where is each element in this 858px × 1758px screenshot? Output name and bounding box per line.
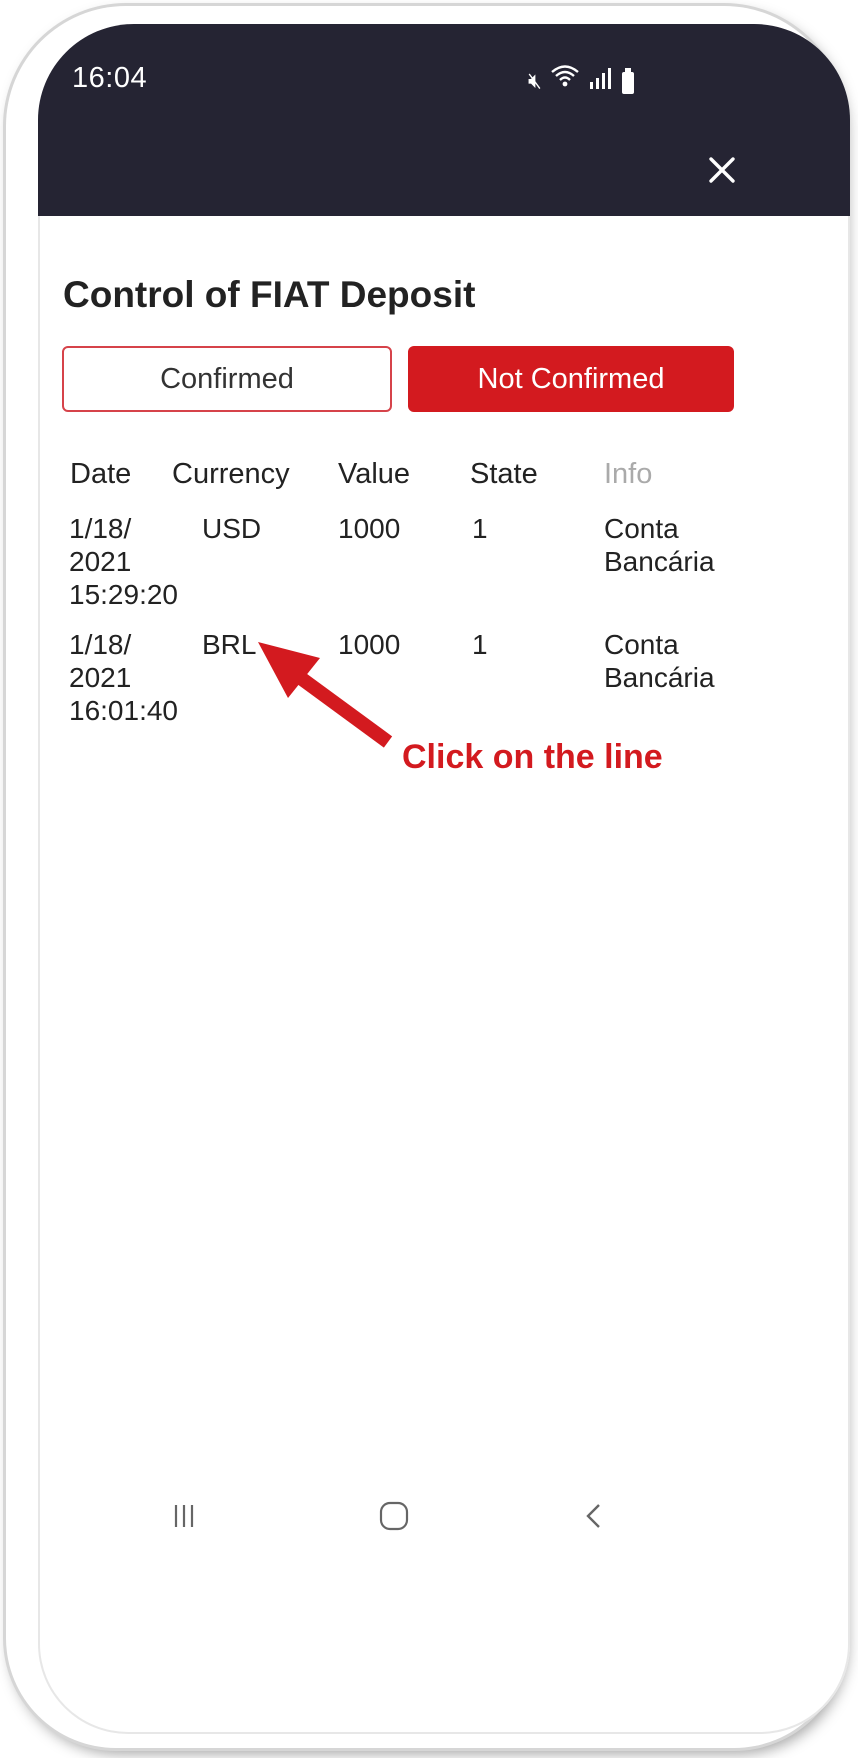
cell-info: Conta Bancária: [604, 629, 715, 693]
column-header-date: Date: [70, 458, 132, 490]
page-title: Control of FIAT Deposit: [63, 274, 476, 315]
cell-state: 1: [472, 513, 488, 544]
cell-value: 1000: [338, 513, 401, 544]
close-icon: [709, 157, 735, 183]
column-header-info: Info: [604, 458, 653, 490]
mute-icon: 🔇︎: [528, 68, 542, 93]
column-header-currency: Currency: [172, 458, 290, 490]
cell-currency: USD: [202, 513, 262, 544]
column-header-state: State: [470, 458, 538, 490]
table-row[interactable]: 1/18/ 2021 15:29:20 USD 1000 1 Conta Ban…: [38, 512, 850, 632]
annotation-arrow-icon: [258, 642, 393, 748]
status-time: 16:04: [72, 62, 148, 94]
app-header: 16:04 🔇︎: [38, 24, 850, 216]
status-icons: 🔇︎: [528, 64, 634, 94]
recent-apps-button[interactable]: [154, 1486, 214, 1546]
cell-state: 1: [472, 629, 488, 660]
home-button[interactable]: [364, 1486, 424, 1546]
home-icon: [379, 1501, 409, 1531]
recent-apps-icon: [174, 1505, 194, 1527]
back-icon: [586, 1504, 600, 1528]
wifi-icon: [550, 63, 580, 94]
cell-info: Conta Bancária: [604, 513, 715, 577]
phone-screen: 16:04 🔇︎ Control of FIAT Deposit Confirm…: [38, 24, 850, 1734]
back-button[interactable]: [564, 1486, 624, 1546]
battery-icon: [621, 68, 634, 94]
tab-not-confirmed[interactable]: Not Confirmed: [408, 346, 734, 412]
annotation-label: Click on the line: [402, 738, 663, 776]
column-header-value: Value: [338, 458, 411, 490]
close-button[interactable]: [700, 148, 744, 192]
cell-date: 1/18/ 2021 15:29:20: [69, 513, 178, 610]
cell-date: 1/18/ 2021 16:01:40: [69, 629, 178, 726]
table-row[interactable]: 1/18/ 2021 16:01:40 BRL 1000 1 Conta Ban…: [38, 628, 850, 748]
system-nav-bar: [38, 1486, 850, 1566]
signal-icon: [588, 67, 614, 94]
tab-confirmed[interactable]: Confirmed: [62, 346, 392, 412]
